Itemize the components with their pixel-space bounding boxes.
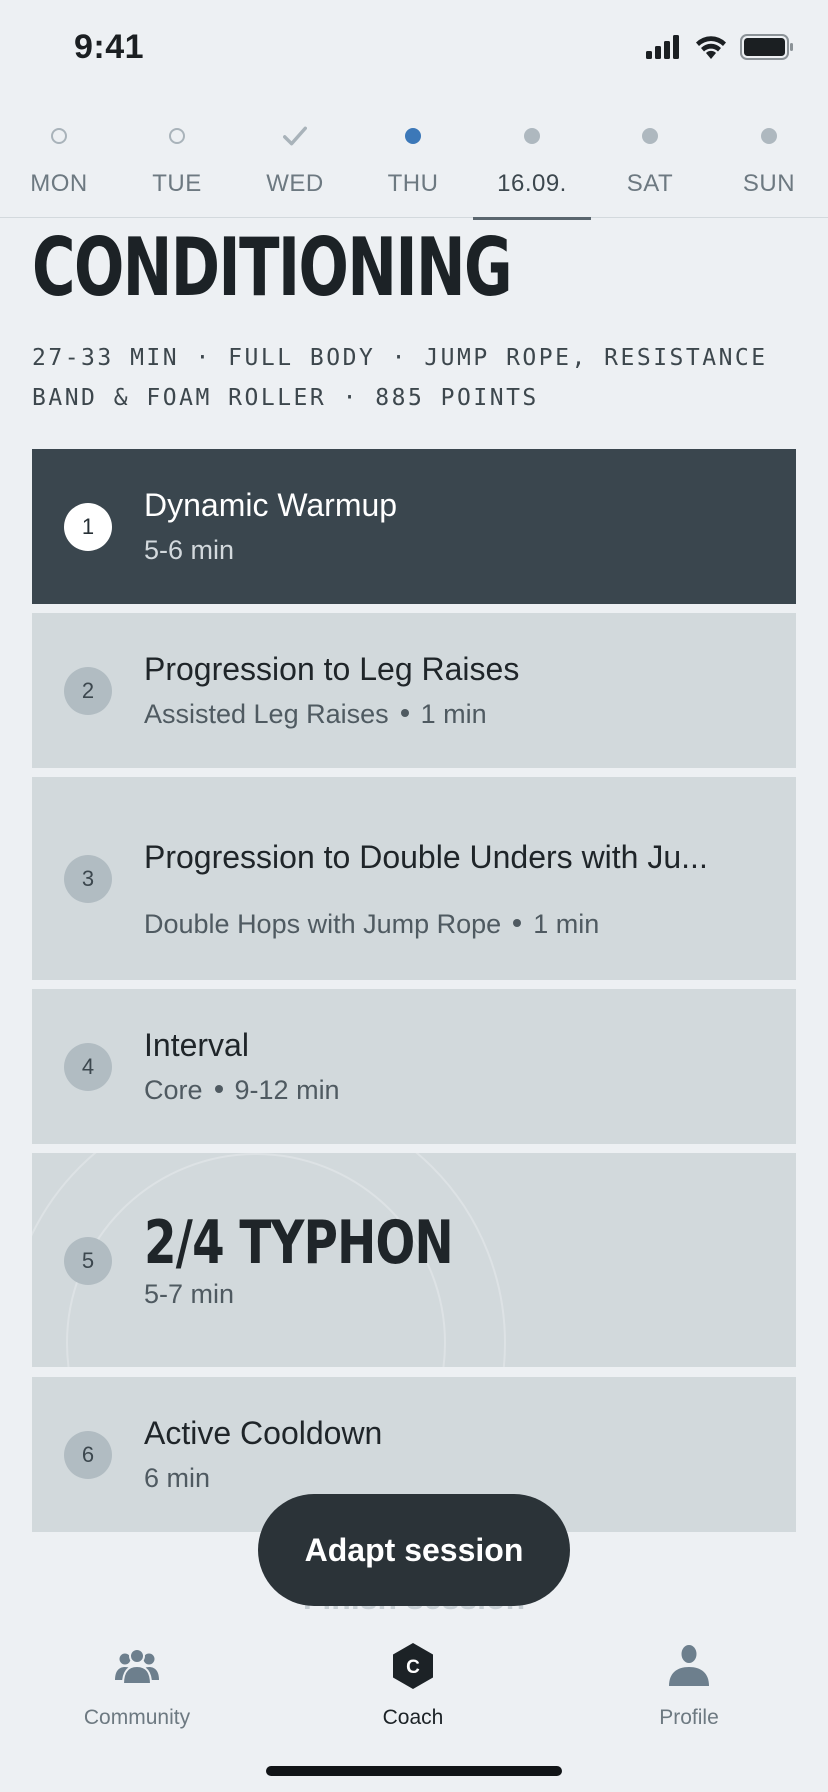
profile-icon [669,1645,709,1686]
tab-label: Coach [382,1706,444,1729]
block-title: Interval [144,1027,249,1063]
block-exercise: Core [144,1075,203,1105]
day-status-planned-icon [757,124,781,148]
block-number: 1 [64,503,112,551]
block-number: 3 [64,855,112,903]
day-sun[interactable]: SUN [710,110,828,218]
community-icon [115,1648,159,1685]
day-status-planned-icon [520,124,544,148]
bullet-separator [513,919,522,928]
day-status-empty-icon [47,124,71,148]
tab-label: Profile [659,1706,719,1729]
week-strip: MON TUE WED THU 16.09. SAT SUN [0,110,828,220]
bullet-separator [214,1085,223,1094]
day-label: TUE [152,170,202,197]
tab-community[interactable]: Community [37,1642,237,1730]
tab-label: Community [83,1706,191,1729]
block-title: 2/4 TYPHON [144,1208,454,1278]
day-status-planned-icon [638,124,662,148]
checkmark-icon [283,124,307,148]
block-duration: 1 min [533,909,600,939]
block-exercise: Assisted Leg Raises [144,699,389,729]
block-duration: 9-12 min [234,1075,340,1105]
block-title: Progression to Double Unders with Ju... [144,839,708,875]
status-bar: 9:41 [0,0,828,96]
block-subtitle: Assisted Leg Raises 1 min [144,699,487,730]
block-subtitle: 5-7 min [144,1279,235,1309]
day-label: WED [266,170,324,197]
block-card-3[interactable]: 3 Progression to Double Unders with Ju..… [32,777,796,980]
day-label: 16.09. [497,170,567,197]
tab-coach[interactable]: C Coach [313,1642,513,1730]
block-subtitle: 6 min [144,1463,211,1493]
day-mon[interactable]: MON [0,110,118,218]
adapt-session-button[interactable]: Adapt session [258,1494,570,1606]
day-label: SUN [742,170,796,197]
svg-text:C: C [406,1657,420,1678]
coach-icon: C [393,1643,433,1689]
block-subtitle: Core 9-12 min [144,1075,340,1106]
tab-profile[interactable]: Profile [589,1642,789,1730]
block-card-5[interactable]: 5 2/4 TYPHON 5-7 min [32,1153,796,1367]
wifi-icon [696,36,726,59]
battery-icon [740,34,793,60]
block-number: 4 [64,1043,112,1091]
signal-icon [646,35,679,59]
block-card-1[interactable]: 1 Dynamic Warmup 5-6 min [32,449,796,604]
status-time: 9:41 [74,28,145,66]
block-exercise: Double Hops with Jump Rope [144,909,502,939]
block-title: Progression to Leg Raises [144,651,520,687]
block-number: 2 [64,667,112,715]
block-duration: 1 min [420,699,487,729]
block-number: 6 [64,1431,112,1479]
day-sat[interactable]: SAT [591,110,709,218]
day-label: MON [30,170,88,197]
workout-meta: 27-33 MIN · FULL BODY · JUMP ROPE, RESIS… [32,345,768,411]
status-icons [646,34,794,60]
workout-title: CONDITIONING [32,221,513,314]
day-thu[interactable]: THU [354,110,472,218]
block-number: 5 [64,1237,112,1285]
day-status-active-icon [401,124,425,148]
day-today[interactable]: 16.09. [473,110,591,220]
day-label: SAT [626,170,674,197]
block-card-2[interactable]: 2 Progression to Leg Raises Assisted Leg… [32,613,796,768]
block-title: Active Cooldown [144,1415,383,1451]
day-wed[interactable]: WED [236,110,354,218]
block-subtitle: 5-6 min [144,535,235,565]
bullet-separator [400,709,409,718]
block-subtitle: Double Hops with Jump Rope 1 min [144,909,599,940]
tab-bar: Community C Coach Profile [0,1610,828,1792]
block-card-4[interactable]: 4 Interval Core 9-12 min [32,989,796,1144]
day-label: THU [387,170,439,197]
home-indicator[interactable] [266,1766,562,1776]
day-tue[interactable]: TUE [118,110,236,218]
day-status-empty-icon [165,124,189,148]
block-title: Dynamic Warmup [144,487,398,523]
